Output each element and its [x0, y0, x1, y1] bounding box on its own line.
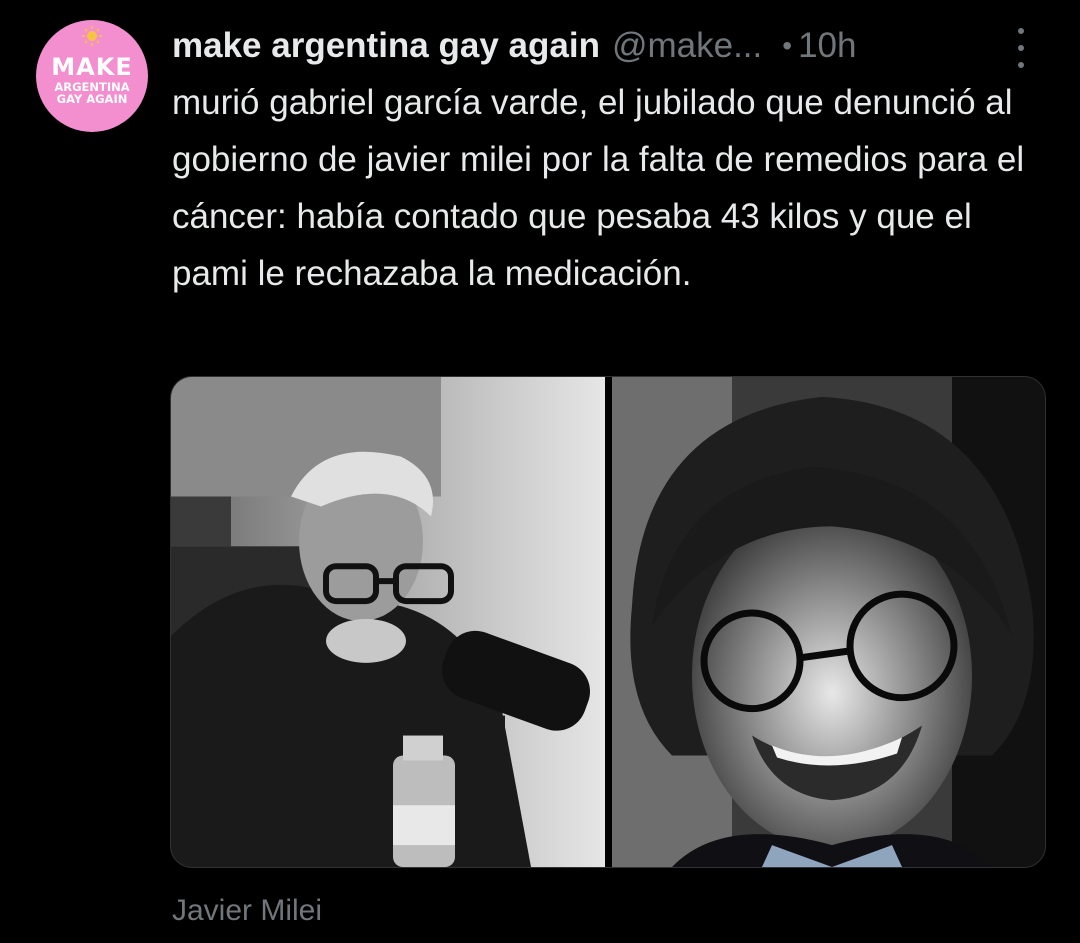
timestamp[interactable]: 10h — [798, 26, 856, 66]
user-handle[interactable]: @make... — [612, 26, 762, 66]
media-photo-elderly-man[interactable] — [171, 377, 605, 867]
tweet-text: murió gabriel garcía varde, el jubilado … — [172, 83, 1025, 293]
more-vertical-icon-dot — [1018, 45, 1024, 51]
media-photo-smiling-man[interactable] — [612, 377, 1046, 867]
more-vertical-icon — [1018, 28, 1024, 34]
tweet-media[interactable] — [170, 376, 1046, 868]
avatar-logo-line2-3: ARGENTINA GAY AGAIN — [36, 81, 148, 105]
display-name[interactable]: make argentina gay again — [172, 26, 600, 66]
tweet-header: make argentina gay again @make... • 10h — [172, 22, 856, 70]
avatar-logo-line1: MAKE — [51, 53, 133, 81]
sun-logo-icon — [82, 26, 102, 46]
avatar-logo-line3: GAY AGAIN — [56, 92, 128, 106]
more-vertical-icon-dot — [1018, 62, 1024, 68]
media-caption: Javier Milei — [172, 894, 323, 927]
separator-dot: • — [782, 30, 793, 61]
more-options-button[interactable] — [1010, 28, 1032, 68]
avatar[interactable]: MAKE ARGENTINA GAY AGAIN — [36, 20, 148, 132]
